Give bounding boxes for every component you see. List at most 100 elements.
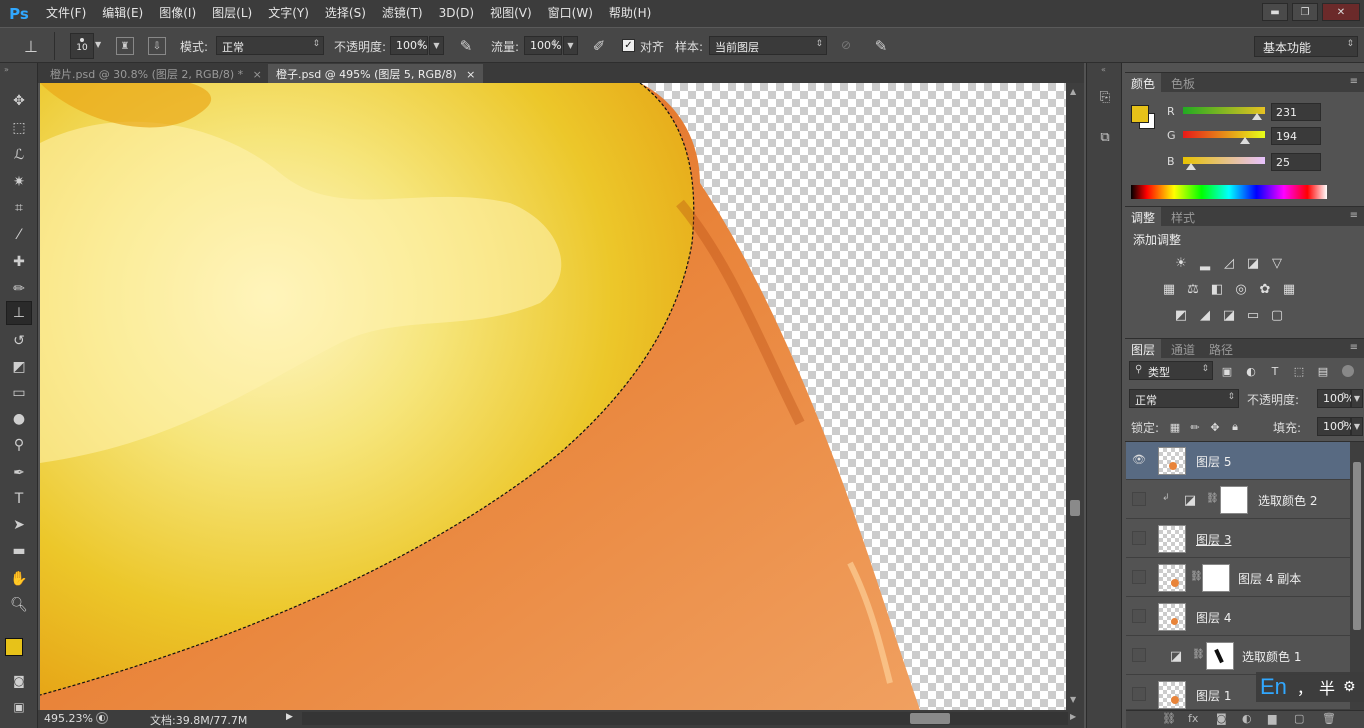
chevron-down-icon[interactable]: ▼ [95,40,101,49]
tab-orange[interactable]: 橙子.psd @ 495% (图层 5, RGB/8) × [268,64,484,83]
healing-brush-tool-icon[interactable]: ✚ [6,250,32,274]
collapse-arrows-icon[interactable]: « [1101,65,1106,74]
brush-panel-toggle-icon[interactable]: ♜ [116,37,134,55]
layer-opacity-dropdown[interactable]: ▼ [1351,389,1363,408]
collapse-arrows-icon[interactable]: » [4,65,9,74]
rectangle-tool-icon[interactable]: ▬ [6,539,32,563]
panel-menu-icon[interactable]: ≡ [1350,76,1358,87]
eye-icon[interactable]: 👁︎ [1132,453,1146,467]
visibility-toggle[interactable] [1132,492,1146,506]
clone-stamp-tool-icon[interactable]: ⊥ [20,35,42,57]
zoom-tool-icon[interactable]: 🔍︎ [6,593,32,617]
eyedropper-tool-icon[interactable]: ⁄ [6,223,32,247]
align-checkbox[interactable]: ✓ [622,39,635,52]
history-panel-icon[interactable]: ⎘ [1095,87,1115,107]
threshold-icon[interactable]: ◪ [1221,307,1237,323]
h-scroll-thumb[interactable] [910,713,950,724]
new-layer-icon[interactable]: ▢ [1294,712,1304,725]
path-selection-tool-icon[interactable]: ➤ [6,513,32,537]
quick-mask-icon[interactable]: ◙ [6,669,32,693]
flow-value[interactable]: 100% [524,36,562,55]
filter-adjustment-icon[interactable]: ◐ [1243,363,1259,379]
foreground-color-swatch[interactable] [1131,105,1149,123]
document-canvas[interactable] [40,83,1066,710]
lock-all-icon[interactable]: 🔒︎ [1227,419,1243,435]
layer-row[interactable]: ⛓ 图层 4 副本 [1126,559,1350,597]
levels-icon[interactable]: ▂ [1197,255,1213,271]
scroll-right-icon[interactable]: ▶ [1070,712,1076,721]
b-slider-knob[interactable] [1186,163,1197,170]
g-slider-track[interactable] [1183,131,1265,138]
clone-source-panel-icon[interactable]: ⇩ [148,37,166,55]
workspace-select[interactable]: 基本功能 [1254,36,1358,57]
gradient-tool-icon[interactable]: ▭ [6,381,32,405]
sample-select[interactable]: 当前图层 [709,36,827,55]
visibility-toggle[interactable] [1132,531,1146,545]
layer-row[interactable]: 👁︎ 图层 5 [1126,442,1350,480]
zoom-level[interactable]: 495.23% [44,712,93,725]
menu-3d[interactable]: 3D(D) [431,0,482,27]
color-balance-icon[interactable]: ⚖ [1185,281,1201,297]
pen-tool-icon[interactable]: ✒ [6,461,32,485]
ime-indicator[interactable]: En ， 半 ⚙ [1256,672,1364,702]
layer-row[interactable]: ↲ ◪ ⛓ 选取颜色 2 [1126,481,1350,519]
layer-mask-thumbnail[interactable] [1206,642,1234,670]
visibility-toggle[interactable] [1132,609,1146,623]
visibility-toggle[interactable] [1132,570,1146,584]
pressure-opacity-icon[interactable]: ✎ [456,36,476,56]
pressure-size-icon[interactable]: ✎ [871,36,891,56]
visibility-toggle[interactable] [1132,687,1146,701]
panel-menu-icon[interactable]: ≡ [1350,342,1358,353]
selective-color-icon[interactable]: ▢ [1269,307,1285,323]
layer-name[interactable]: 图层 1 [1196,687,1231,704]
magic-wand-tool-icon[interactable]: ✷ [6,170,32,194]
new-group-icon[interactable]: ▆ [1268,712,1276,725]
color-lookup-icon[interactable]: ▦ [1281,281,1297,297]
invert-icon[interactable]: ◩ [1173,307,1189,323]
new-adjustment-icon[interactable]: ◐ [1242,712,1252,725]
move-tool-icon[interactable]: ✥ [6,89,32,113]
mode-select[interactable]: 正常 [216,36,324,55]
history-brush-tool-icon[interactable]: ↺ [6,329,32,353]
color-spectrum-bar[interactable] [1131,185,1327,199]
close-window-button[interactable]: ✕ [1322,3,1360,21]
tab-color[interactable]: 颜色 [1125,73,1162,92]
layer-opacity-value[interactable]: 100% [1317,389,1354,408]
opacity-dropdown-button[interactable]: ▼ [429,36,444,55]
scroll-down-icon[interactable]: ▼ [1070,695,1076,704]
panel-menu-icon[interactable]: ≡ [1350,210,1358,221]
lock-image-icon[interactable]: ✏ [1187,419,1203,435]
layers-scroll-thumb[interactable] [1353,462,1361,630]
filter-smart-object-icon[interactable]: ▤ [1315,363,1331,379]
type-tool-icon[interactable]: T [6,487,32,511]
airbrush-icon[interactable]: ✐ [589,36,609,56]
layer-name[interactable]: 图层 3 [1196,531,1231,548]
fill-value[interactable]: 100% [1317,417,1354,436]
menu-layer[interactable]: 图层(L) [204,0,260,27]
link-icon[interactable]: ⛓ [1190,571,1203,582]
opacity-value[interactable]: 100% [390,36,428,55]
tab-swatches[interactable]: 色板 [1165,73,1201,92]
black-white-icon[interactable]: ◧ [1209,281,1225,297]
layer-style-icon[interactable]: fx [1188,712,1198,725]
ignore-adjustment-layers-icon[interactable]: ⊘ [838,37,854,53]
menu-help[interactable]: 帮助(H) [601,0,659,27]
layer-name[interactable]: 图层 5 [1196,453,1231,470]
menu-select[interactable]: 选择(S) [317,0,374,27]
gradient-map-icon[interactable]: ▭ [1245,307,1261,323]
menu-image[interactable]: 图像(I) [151,0,204,27]
tab-orange-slice[interactable]: 橙片.psd @ 30.8% (图层 2, RGB/8) * × [42,64,270,83]
horizontal-scrollbar[interactable] [302,712,1068,725]
curves-icon[interactable]: ◿ [1221,255,1237,271]
delete-layer-icon[interactable]: 🗑︎ [1322,712,1336,725]
menu-type[interactable]: 文字(Y) [260,0,317,27]
crop-tool-icon[interactable]: ⌗ [6,196,32,220]
visibility-toggle[interactable] [1132,648,1146,662]
layer-mask-thumbnail[interactable] [1202,564,1230,592]
close-icon[interactable]: × [253,68,262,81]
scroll-up-icon[interactable]: ▲ [1070,87,1076,96]
layer-name[interactable]: 图层 4 [1196,609,1231,626]
filter-toggle-button[interactable] [1342,365,1354,377]
link-icon[interactable]: ⛓ [1206,493,1219,504]
link-icon[interactable]: ⛓ [1192,649,1205,660]
